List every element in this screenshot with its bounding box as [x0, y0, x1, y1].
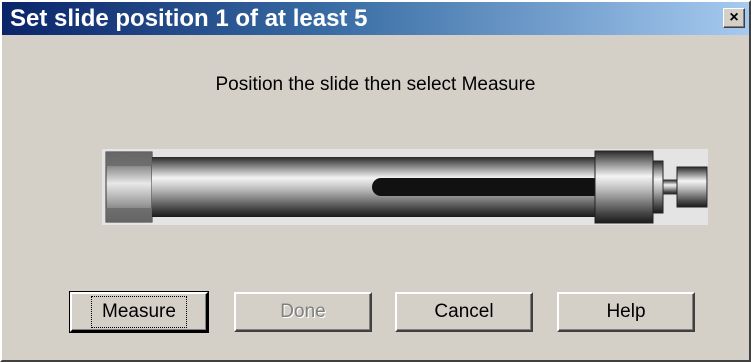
slide-graphic: [102, 147, 712, 227]
help-button[interactable]: Help: [557, 292, 695, 332]
window-title: Set slide position 1 of at least 5: [10, 5, 368, 32]
right-collar: [594, 150, 654, 224]
cancel-button[interactable]: Cancel: [395, 292, 533, 332]
slide-position-dialog: Set slide position 1 of at least 5 × Pos…: [0, 0, 751, 362]
instruction-text: Position the slide then select Measure: [215, 74, 536, 95]
sliding-load-image: [102, 149, 708, 225]
measure-button[interactable]: Measure: [69, 291, 209, 333]
done-button[interactable]: Done: [234, 292, 372, 332]
slide-knob: [676, 166, 708, 208]
done-button-label: Done: [280, 301, 326, 322]
close-button[interactable]: ×: [723, 8, 745, 28]
slide-slot: [372, 178, 602, 196]
help-button-label: Help: [606, 301, 646, 322]
cancel-button-label: Cancel: [434, 301, 494, 322]
measure-button-label: Measure: [91, 296, 187, 328]
close-icon: ×: [729, 9, 739, 26]
title-bar: Set slide position 1 of at least 5 ×: [2, 2, 749, 35]
